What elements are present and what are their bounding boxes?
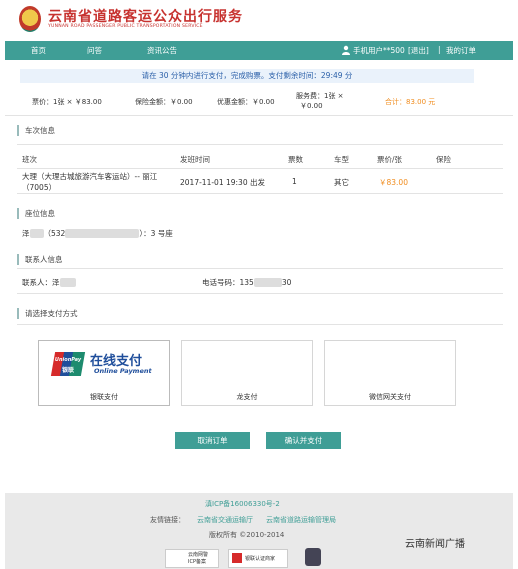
contact-phone-label: 电话号码：135: [202, 278, 254, 287]
total-cost: 合计：83.00 元: [385, 98, 436, 106]
unionpay-logo-text: UnionPay: [54, 357, 82, 363]
police-badge[interactable]: 云南网警 ICP备案: [165, 549, 219, 568]
unionpay-logo-cn: 银联: [61, 367, 74, 374]
pay-option-wechat[interactable]: 微信网关支付: [324, 340, 456, 406]
nav-notice[interactable]: 资讯公告: [147, 45, 177, 56]
col-price: 票价/张: [377, 155, 403, 164]
seat-section-title: 座位信息: [17, 208, 55, 219]
friend-links-label: 友情链接：: [150, 516, 185, 524]
icp-number[interactable]: 滇ICP备16006330号-2: [205, 499, 280, 509]
payment-section-title: 请选择支付方式: [17, 308, 78, 319]
police-badge-text2: ICP备案: [188, 559, 206, 565]
trip-route: 大理（大理古城旅游汽车客运站）-- 丽江: [22, 172, 158, 181]
unionpay-badge[interactable]: 银联认证商家: [228, 549, 288, 568]
service-fee-label: 服务费：1张 ×: [296, 92, 344, 100]
nav-separator: |: [438, 45, 441, 54]
unionpay-logo: UnionPay 银联: [50, 352, 86, 376]
col-count: 票数: [288, 155, 303, 164]
divider: [17, 168, 503, 169]
trip-route-code: （7005）: [22, 183, 57, 192]
redacted-name: x: [29, 229, 44, 238]
insurance-cost: 保险金额：￥0.00: [135, 98, 193, 106]
friend-link-1[interactable]: 云南省交通运输厅: [197, 515, 253, 525]
seat-id-prefix: （532: [43, 229, 66, 238]
site-footer: 滇ICP备16006330号-2 友情链接： 云南省交通运输厅 云南省道路运输管…: [5, 493, 513, 569]
site-logo[interactable]: [19, 6, 41, 32]
site-subtitle: YUNNAN ROAD PASSENGER PUBLIC TRANSPORTAT…: [48, 24, 203, 29]
divider: [17, 144, 503, 145]
pay-option-long[interactable]: 龙支付: [181, 340, 313, 406]
contact-name-label: 联系人：泽: [22, 278, 60, 287]
nav-faq[interactable]: 问答: [87, 45, 102, 56]
col-insurance: 保险: [436, 155, 451, 164]
discount-cost: 优惠金额：￥0.00: [217, 98, 275, 106]
trip-section-title: 车次信息: [17, 125, 55, 136]
contact-name: 联系人：泽x: [22, 277, 76, 288]
contact-phone: 电话号码：135x30: [202, 277, 291, 288]
ticket-cost: 票价：1张 × ￥83.00: [32, 98, 102, 106]
divider: [17, 293, 503, 294]
cost-summary: 票价：1张 × ￥83.00 保险金额：￥0.00 优惠金额：￥0.00 服务费…: [5, 87, 513, 116]
payment-countdown: 请在 30 分钟内进行支付，完成购票。支付剩余时间：29:49 分: [20, 69, 474, 83]
copyright: 版权所有 ©2010-2014: [209, 531, 285, 539]
unionpay-badge-text: 银联认证商家: [245, 556, 276, 562]
order-panel: 请在 30 分钟内进行支付，完成购票。支付剩余时间：29:49 分 票价：1张 …: [5, 60, 513, 490]
seat-info: 泽x（532x）：3 号座: [22, 228, 173, 239]
nav-my-orders[interactable]: 我的订单: [446, 45, 476, 56]
cancel-order-button[interactable]: 取消订单: [175, 432, 250, 449]
watermark-text: 云南新闻广播: [405, 539, 465, 550]
shield-badge-icon[interactable]: [305, 548, 321, 566]
top-nav: 首页 问答 资讯公告 手机用户**500 [退出] | 我的订单: [5, 41, 513, 60]
site-title: 云南省道路客运公众出行服务: [48, 9, 243, 25]
online-pay-subtitle: Online Payment: [94, 367, 152, 375]
pay-option-unionpay[interactable]: UnionPay 银联 在线支付 Online Payment 银联支付: [38, 340, 170, 406]
col-time: 发班时间: [180, 155, 210, 164]
unionpay-badge-icon: [232, 553, 242, 563]
user-name[interactable]: 手机用户**500: [353, 45, 405, 56]
contact-phone-suffix: 30: [281, 278, 292, 287]
divider: [17, 193, 503, 194]
trip-price: ￥83.00: [379, 178, 408, 187]
redacted-phone: x: [253, 278, 282, 287]
user-icon: [342, 45, 350, 55]
trip-time: 2017-11-01 19:30 出发: [180, 178, 265, 187]
contact-section-title: 联系人信息: [17, 254, 63, 265]
col-type: 车型: [334, 155, 349, 164]
redacted-contact: x: [59, 278, 76, 287]
confirm-pay-button[interactable]: 确认并支付: [266, 432, 341, 449]
logout-link[interactable]: [退出]: [408, 45, 429, 56]
pay-option-label: 银联支付: [90, 393, 118, 401]
divider: [17, 268, 503, 269]
pay-option-label: 微信网关支付: [369, 393, 411, 401]
divider: [17, 324, 503, 325]
nav-home[interactable]: 首页: [31, 45, 46, 56]
police-badge-text: 云南网警: [188, 552, 209, 558]
service-fee-value: ￥0.00: [300, 102, 323, 110]
trip-count: 1: [292, 177, 297, 186]
trip-type: 其它: [334, 178, 349, 187]
friend-link-2[interactable]: 云南省道路运输管理局: [266, 515, 336, 525]
site-header: 云南省道路客运公众出行服务 YUNNAN ROAD PASSENGER PUBL…: [0, 0, 518, 41]
redacted-id: x: [65, 229, 140, 238]
pay-option-label: 龙支付: [236, 393, 258, 401]
seat-passenger-name: 泽: [22, 229, 30, 238]
seat-number: ）：3 号座: [139, 229, 173, 238]
col-route: 班次: [22, 155, 37, 164]
